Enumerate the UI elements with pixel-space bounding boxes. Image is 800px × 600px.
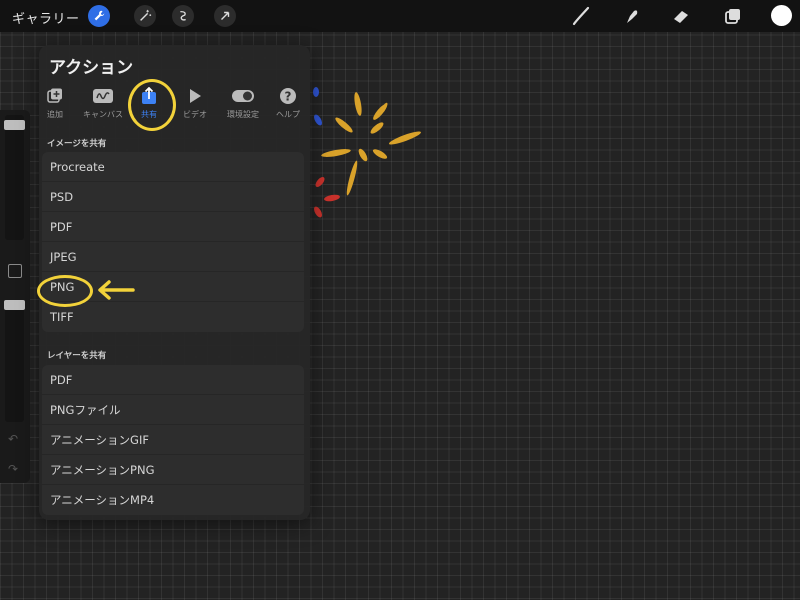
list-item[interactable]: アニメーションGIF — [42, 425, 304, 455]
opacity-slider[interactable] — [4, 300, 25, 422]
redo-icon[interactable]: ↷ — [8, 462, 18, 476]
toggle-icon — [232, 90, 254, 102]
tab-canvas[interactable]: キャンバス — [80, 87, 126, 120]
share-layers-heading: レイヤーを共有 — [47, 351, 107, 361]
tab-add-label: 追加 — [47, 110, 63, 119]
selection-icon[interactable] — [172, 5, 194, 27]
share-layers-list: PDF PNGファイル アニメーションGIF アニメーションPNG アニメーショ… — [42, 365, 304, 515]
list-item[interactable]: Procreate — [42, 152, 304, 182]
color-swatch[interactable] — [771, 5, 792, 26]
list-item[interactable]: アニメーションPNG — [42, 455, 304, 485]
share-highlight-circle — [128, 79, 176, 131]
share-image-heading: イメージを共有 — [47, 139, 107, 149]
undo-icon[interactable]: ↶ — [8, 432, 18, 446]
left-sidebar: ↶ ↷ — [0, 110, 30, 483]
modify-button[interactable] — [8, 264, 22, 278]
list-item[interactable]: PNGファイル — [42, 395, 304, 425]
gallery-button[interactable]: ギャラリー — [12, 8, 80, 27]
add-image-icon — [47, 88, 62, 103]
png-highlight-circle — [37, 275, 93, 307]
tab-video[interactable]: ビデオ — [172, 87, 218, 120]
tab-help-label: ヘルプ — [276, 110, 300, 119]
tab-canvas-label: キャンバス — [83, 110, 123, 119]
list-item[interactable]: JPEG — [42, 242, 304, 272]
transform-arrow-icon[interactable] — [214, 5, 236, 27]
smudge-icon[interactable] — [620, 5, 642, 27]
tab-add[interactable]: 追加 — [32, 87, 78, 120]
wrench-icon[interactable] — [88, 5, 110, 27]
share-image-list: Procreate PSD PDF JPEG PNG TIFF — [42, 152, 304, 332]
brush-size-thumb[interactable] — [4, 120, 25, 130]
brush-size-slider[interactable] — [4, 115, 25, 240]
canvas-icon — [93, 89, 113, 103]
layers-icon[interactable] — [722, 5, 744, 27]
list-item[interactable]: TIFF — [42, 302, 304, 332]
play-icon — [190, 89, 201, 103]
list-item[interactable]: PSD — [42, 182, 304, 212]
tab-video-label: ビデオ — [183, 110, 207, 119]
panel-title: アクション — [49, 58, 134, 78]
eraser-icon[interactable] — [670, 5, 692, 27]
list-item[interactable]: PDF — [42, 212, 304, 242]
tab-preferences[interactable]: 環境設定 — [220, 87, 266, 120]
top-toolbar: ギャラリー — [0, 0, 800, 32]
tab-preferences-label: 環境設定 — [227, 110, 259, 119]
arrow-left-icon — [98, 280, 135, 300]
canvas-artwork — [313, 87, 422, 218]
opacity-thumb[interactable] — [4, 300, 25, 310]
list-item[interactable]: アニメーションMP4 — [42, 485, 304, 515]
help-icon: ? — [280, 88, 296, 104]
brush-icon[interactable] — [570, 5, 592, 27]
tab-help[interactable]: ? ヘルプ — [265, 87, 311, 120]
list-item[interactable]: PDF — [42, 365, 304, 395]
svg-text:?: ? — [285, 90, 292, 104]
magic-wand-icon[interactable] — [134, 5, 156, 27]
